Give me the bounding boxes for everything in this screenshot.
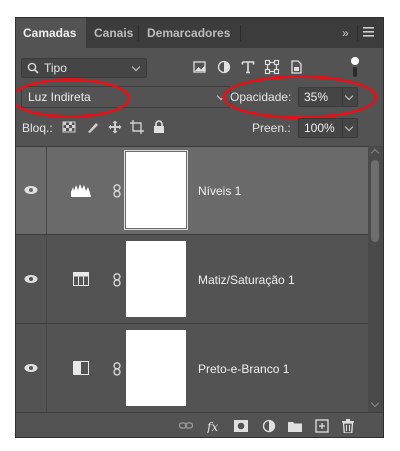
tab-paths[interactable]: Demarcadores: [140, 18, 240, 48]
fill-value: 100%: [304, 121, 335, 135]
type-filter-icon[interactable]: [240, 59, 256, 75]
fill-dropdown[interactable]: [342, 119, 357, 137]
fx-icon[interactable]: fx: [207, 419, 221, 433]
layer-name: Matiz/Saturação 1: [198, 273, 295, 287]
layer-row-hue-saturation[interactable]: Matiz/Saturação 1: [16, 236, 368, 324]
blend-mode-value: Luz Indireta: [28, 90, 91, 104]
hamburger-menu-icon[interactable]: [363, 27, 374, 37]
fill-field[interactable]: 100%: [298, 118, 358, 138]
hue-saturation-adjustment-icon: [73, 272, 89, 286]
chevron-down-icon: [344, 91, 354, 101]
opacity-value: 35%: [304, 90, 329, 104]
layer-name: Preto-e-Branco 1: [198, 362, 290, 376]
opacity-label: Opacidade:: [230, 90, 292, 104]
layer-row-levels[interactable]: Níveis 1: [16, 147, 368, 235]
layer-mask-thumbnail[interactable]: [126, 330, 186, 406]
link-layers-icon[interactable]: [179, 419, 193, 433]
filter-toggle-icon[interactable]: [350, 56, 360, 78]
scroll-down-icon[interactable]: [370, 398, 380, 408]
layers-panel: Camadas Canais Demarcadores » Tipo Luz I…: [16, 18, 383, 437]
artboard-icon[interactable]: [130, 120, 144, 134]
visibility-column: [16, 325, 47, 412]
layer-row-black-white[interactable]: Preto-e-Branco 1: [16, 325, 368, 413]
lock-all-icon[interactable]: [152, 120, 166, 134]
filter-kind-value: Tipo: [44, 61, 67, 75]
add-mask-icon[interactable]: [234, 419, 248, 433]
layer-name: Níveis 1: [198, 184, 242, 198]
opacity-field[interactable]: 35%: [298, 87, 358, 107]
opacity-dropdown[interactable]: [342, 88, 357, 106]
new-adjustment-icon[interactable]: [262, 419, 276, 433]
layer-mask-thumbnail[interactable]: [126, 241, 186, 317]
filter-kind-select[interactable]: Tipo: [21, 58, 147, 78]
lock-label: Bloq.:: [22, 121, 53, 135]
eye-icon[interactable]: [24, 363, 38, 373]
chain-link-icon[interactable]: [113, 184, 121, 198]
adjustment-filter-icon[interactable]: [216, 59, 232, 75]
smart-object-filter-icon[interactable]: [288, 59, 304, 75]
scroll-up-icon[interactable]: [370, 148, 380, 158]
layers-list: Níveis 1 Matiz/Saturação 1 Preto-e-Branc…: [16, 146, 368, 413]
expand-panel-icon[interactable]: »: [342, 25, 349, 41]
tab-layers[interactable]: Camadas: [16, 18, 86, 48]
tab-channels[interactable]: Canais: [87, 18, 137, 48]
layers-scrollbar[interactable]: [368, 146, 383, 412]
black-white-adjustment-icon: [73, 361, 89, 375]
visibility-column: [16, 147, 47, 234]
new-group-icon[interactable]: [288, 419, 302, 433]
chevron-down-icon: [216, 91, 226, 101]
chain-link-icon[interactable]: [113, 273, 121, 287]
chevron-down-icon: [131, 62, 141, 72]
tab-divider: [240, 25, 241, 41]
search-icon: [27, 62, 39, 74]
levels-adjustment-icon: [71, 184, 91, 197]
svg-text:fx: fx: [207, 420, 218, 433]
layers-footer: fx: [16, 412, 383, 437]
visibility-column: [16, 236, 47, 323]
delete-icon[interactable]: [341, 419, 355, 433]
eye-icon[interactable]: [24, 274, 38, 284]
lock-transparent-icon[interactable]: [62, 120, 76, 134]
eye-icon[interactable]: [24, 185, 38, 195]
new-layer-icon[interactable]: [315, 419, 329, 433]
layer-mask-thumbnail[interactable]: [124, 150, 188, 230]
lock-image-icon[interactable]: [86, 120, 100, 134]
fill-label: Preen.:: [252, 121, 291, 135]
shape-filter-icon[interactable]: [264, 59, 280, 75]
chain-link-icon[interactable]: [113, 362, 121, 376]
tab-divider: [357, 25, 358, 41]
lock-position-icon[interactable]: [108, 120, 122, 134]
tab-bar: Camadas Canais Demarcadores »: [16, 18, 383, 48]
tab-divider: [138, 25, 139, 41]
blend-mode-select[interactable]: Luz Indireta: [21, 86, 231, 108]
chevron-down-icon: [344, 122, 354, 132]
pixel-filter-icon[interactable]: [192, 59, 208, 75]
scrollbar-thumb[interactable]: [371, 160, 379, 242]
